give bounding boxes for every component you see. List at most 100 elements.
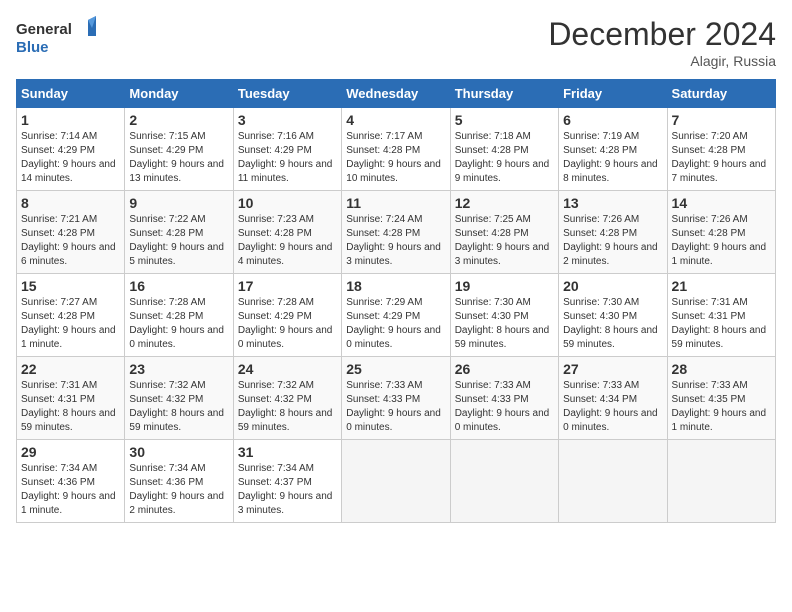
column-header-wednesday: Wednesday — [342, 80, 450, 108]
day-number: 20 — [563, 278, 662, 294]
calendar-cell: 11 Sunrise: 7:24 AMSunset: 4:28 PMDaylig… — [342, 191, 450, 274]
day-info: Sunrise: 7:17 AMSunset: 4:28 PMDaylight:… — [346, 130, 445, 186]
day-number: 23 — [129, 361, 228, 377]
column-header-tuesday: Tuesday — [233, 80, 341, 108]
day-info: Sunrise: 7:29 AMSunset: 4:29 PMDaylight:… — [346, 296, 445, 352]
location: Alagir, Russia — [548, 53, 776, 69]
logo: General Blue — [16, 16, 96, 64]
day-info: Sunrise: 7:30 AMSunset: 4:30 PMDaylight:… — [563, 296, 662, 352]
column-header-monday: Monday — [125, 80, 233, 108]
calendar-week-row: 29 Sunrise: 7:34 AMSunset: 4:36 PMDaylig… — [17, 440, 776, 523]
calendar-cell: 15 Sunrise: 7:27 AMSunset: 4:28 PMDaylig… — [17, 274, 125, 357]
month-title: December 2024 — [548, 16, 776, 53]
calendar-cell: 22 Sunrise: 7:31 AMSunset: 4:31 PMDaylig… — [17, 357, 125, 440]
day-info: Sunrise: 7:31 AMSunset: 4:31 PMDaylight:… — [672, 296, 771, 352]
day-number: 14 — [672, 195, 771, 211]
calendar-cell: 18 Sunrise: 7:29 AMSunset: 4:29 PMDaylig… — [342, 274, 450, 357]
day-info: Sunrise: 7:27 AMSunset: 4:28 PMDaylight:… — [21, 296, 120, 352]
day-number: 29 — [21, 444, 120, 460]
calendar-cell: 6 Sunrise: 7:19 AMSunset: 4:28 PMDayligh… — [559, 108, 667, 191]
calendar-cell — [667, 440, 775, 523]
calendar-cell: 25 Sunrise: 7:33 AMSunset: 4:33 PMDaylig… — [342, 357, 450, 440]
svg-text:Blue: Blue — [16, 39, 49, 56]
calendar-cell: 30 Sunrise: 7:34 AMSunset: 4:36 PMDaylig… — [125, 440, 233, 523]
day-info: Sunrise: 7:28 AMSunset: 4:29 PMDaylight:… — [238, 296, 337, 352]
day-number: 8 — [21, 195, 120, 211]
calendar-week-row: 8 Sunrise: 7:21 AMSunset: 4:28 PMDayligh… — [17, 191, 776, 274]
day-number: 2 — [129, 112, 228, 128]
day-info: Sunrise: 7:24 AMSunset: 4:28 PMDaylight:… — [346, 213, 445, 269]
day-number: 19 — [455, 278, 554, 294]
day-info: Sunrise: 7:21 AMSunset: 4:28 PMDaylight:… — [21, 213, 120, 269]
day-info: Sunrise: 7:25 AMSunset: 4:28 PMDaylight:… — [455, 213, 554, 269]
calendar-cell: 27 Sunrise: 7:33 AMSunset: 4:34 PMDaylig… — [559, 357, 667, 440]
calendar-cell: 26 Sunrise: 7:33 AMSunset: 4:33 PMDaylig… — [450, 357, 558, 440]
day-number: 6 — [563, 112, 662, 128]
day-number: 25 — [346, 361, 445, 377]
day-number: 5 — [455, 112, 554, 128]
day-info: Sunrise: 7:28 AMSunset: 4:28 PMDaylight:… — [129, 296, 228, 352]
day-number: 11 — [346, 195, 445, 211]
column-header-thursday: Thursday — [450, 80, 558, 108]
day-number: 10 — [238, 195, 337, 211]
day-info: Sunrise: 7:26 AMSunset: 4:28 PMDaylight:… — [672, 213, 771, 269]
calendar-cell: 24 Sunrise: 7:32 AMSunset: 4:32 PMDaylig… — [233, 357, 341, 440]
calendar-cell: 2 Sunrise: 7:15 AMSunset: 4:29 PMDayligh… — [125, 108, 233, 191]
calendar-table: SundayMondayTuesdayWednesdayThursdayFrid… — [16, 79, 776, 523]
day-info: Sunrise: 7:33 AMSunset: 4:33 PMDaylight:… — [455, 379, 554, 435]
day-number: 12 — [455, 195, 554, 211]
calendar-week-row: 1 Sunrise: 7:14 AMSunset: 4:29 PMDayligh… — [17, 108, 776, 191]
day-info: Sunrise: 7:20 AMSunset: 4:28 PMDaylight:… — [672, 130, 771, 186]
calendar-week-row: 15 Sunrise: 7:27 AMSunset: 4:28 PMDaylig… — [17, 274, 776, 357]
day-info: Sunrise: 7:34 AMSunset: 4:36 PMDaylight:… — [129, 462, 228, 518]
day-info: Sunrise: 7:32 AMSunset: 4:32 PMDaylight:… — [129, 379, 228, 435]
svg-text:General: General — [16, 21, 72, 38]
day-number: 13 — [563, 195, 662, 211]
calendar-cell: 8 Sunrise: 7:21 AMSunset: 4:28 PMDayligh… — [17, 191, 125, 274]
day-info: Sunrise: 7:22 AMSunset: 4:28 PMDaylight:… — [129, 213, 228, 269]
title-block: December 2024 Alagir, Russia — [548, 16, 776, 69]
day-number: 21 — [672, 278, 771, 294]
calendar-cell — [450, 440, 558, 523]
calendar-cell: 23 Sunrise: 7:32 AMSunset: 4:32 PMDaylig… — [125, 357, 233, 440]
day-number: 22 — [21, 361, 120, 377]
column-header-friday: Friday — [559, 80, 667, 108]
day-number: 3 — [238, 112, 337, 128]
day-number: 31 — [238, 444, 337, 460]
calendar-header-row: SundayMondayTuesdayWednesdayThursdayFrid… — [17, 80, 776, 108]
day-info: Sunrise: 7:30 AMSunset: 4:30 PMDaylight:… — [455, 296, 554, 352]
calendar-cell: 9 Sunrise: 7:22 AMSunset: 4:28 PMDayligh… — [125, 191, 233, 274]
calendar-cell: 12 Sunrise: 7:25 AMSunset: 4:28 PMDaylig… — [450, 191, 558, 274]
calendar-cell: 16 Sunrise: 7:28 AMSunset: 4:28 PMDaylig… — [125, 274, 233, 357]
day-number: 24 — [238, 361, 337, 377]
day-number: 9 — [129, 195, 228, 211]
calendar-cell: 19 Sunrise: 7:30 AMSunset: 4:30 PMDaylig… — [450, 274, 558, 357]
day-number: 18 — [346, 278, 445, 294]
calendar-cell: 3 Sunrise: 7:16 AMSunset: 4:29 PMDayligh… — [233, 108, 341, 191]
calendar-cell: 10 Sunrise: 7:23 AMSunset: 4:28 PMDaylig… — [233, 191, 341, 274]
day-info: Sunrise: 7:34 AMSunset: 4:37 PMDaylight:… — [238, 462, 337, 518]
column-header-saturday: Saturday — [667, 80, 775, 108]
day-info: Sunrise: 7:23 AMSunset: 4:28 PMDaylight:… — [238, 213, 337, 269]
calendar-cell: 14 Sunrise: 7:26 AMSunset: 4:28 PMDaylig… — [667, 191, 775, 274]
calendar-cell: 1 Sunrise: 7:14 AMSunset: 4:29 PMDayligh… — [17, 108, 125, 191]
day-number: 7 — [672, 112, 771, 128]
calendar-cell — [342, 440, 450, 523]
day-info: Sunrise: 7:32 AMSunset: 4:32 PMDaylight:… — [238, 379, 337, 435]
day-number: 1 — [21, 112, 120, 128]
day-info: Sunrise: 7:18 AMSunset: 4:28 PMDaylight:… — [455, 130, 554, 186]
calendar-cell: 31 Sunrise: 7:34 AMSunset: 4:37 PMDaylig… — [233, 440, 341, 523]
day-info: Sunrise: 7:26 AMSunset: 4:28 PMDaylight:… — [563, 213, 662, 269]
day-number: 16 — [129, 278, 228, 294]
calendar-cell: 13 Sunrise: 7:26 AMSunset: 4:28 PMDaylig… — [559, 191, 667, 274]
page-header: General Blue December 2024 Alagir, Russi… — [16, 16, 776, 69]
day-info: Sunrise: 7:33 AMSunset: 4:35 PMDaylight:… — [672, 379, 771, 435]
calendar-week-row: 22 Sunrise: 7:31 AMSunset: 4:31 PMDaylig… — [17, 357, 776, 440]
day-info: Sunrise: 7:31 AMSunset: 4:31 PMDaylight:… — [21, 379, 120, 435]
day-number: 26 — [455, 361, 554, 377]
day-number: 28 — [672, 361, 771, 377]
day-number: 30 — [129, 444, 228, 460]
calendar-cell: 28 Sunrise: 7:33 AMSunset: 4:35 PMDaylig… — [667, 357, 775, 440]
day-number: 17 — [238, 278, 337, 294]
day-info: Sunrise: 7:15 AMSunset: 4:29 PMDaylight:… — [129, 130, 228, 186]
